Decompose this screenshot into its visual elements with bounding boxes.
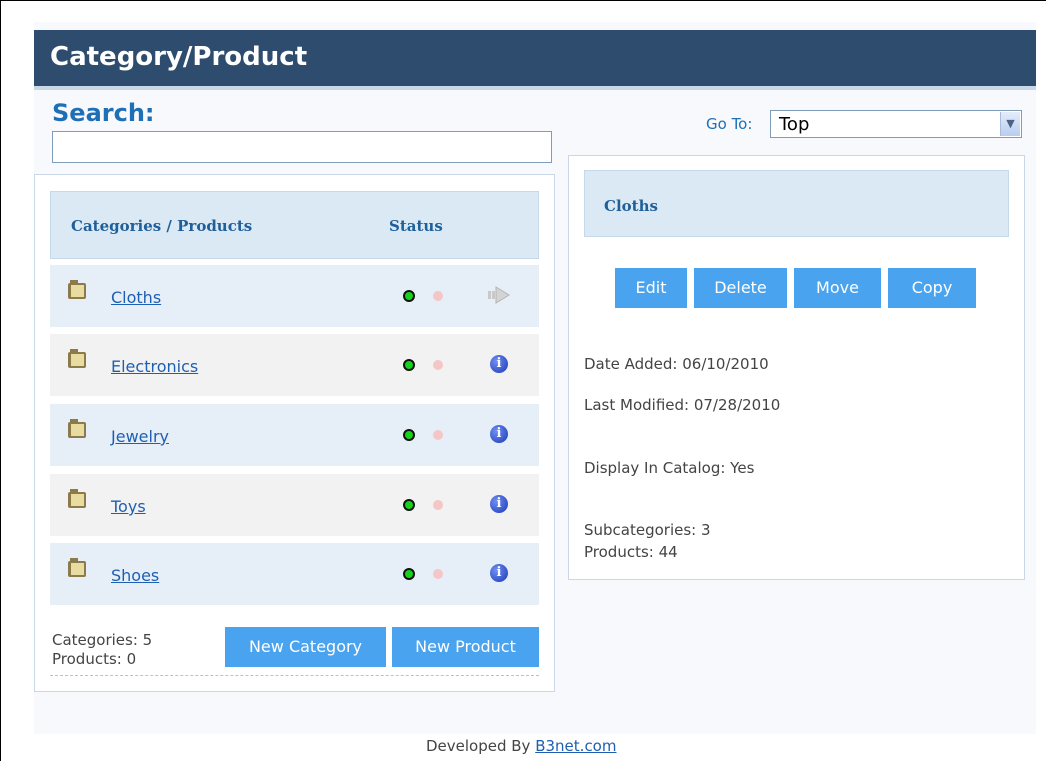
category-link[interactable]: Toys [111,497,146,516]
subcategories-count: Subcategories: 3 [584,521,711,539]
status-active-icon[interactable] [403,429,415,441]
products-count: Products: 0 [52,650,137,668]
footer-text: Developed By [426,737,536,755]
divider [50,675,539,676]
category-link[interactable]: Jewelry [111,427,169,446]
folder-icon [68,489,86,508]
edit-button[interactable]: Edit [615,268,687,308]
goto-label: Go To: [706,115,753,133]
new-category-button[interactable]: New Category [225,627,386,667]
info-icon[interactable]: i [490,355,508,373]
detail-header: Cloths [584,170,1009,237]
footer: Developed By B3net.com [426,737,616,755]
folder-icon [68,349,86,368]
developer-link[interactable]: B3net.com [535,737,616,755]
goto-select[interactable]: Top ▼ [770,110,1022,138]
status-active-icon[interactable] [403,568,415,580]
date-added: Date Added: 06/10/2010 [584,355,769,373]
last-modified: Last Modified: 07/28/2010 [584,396,781,414]
new-product-button[interactable]: New Product [392,627,539,667]
status-active-icon[interactable] [403,290,415,302]
display-in-catalog: Display In Catalog: Yes [584,459,755,477]
info-icon[interactable]: i [490,425,508,443]
list-counts: Categories: 5 Products: 0 [52,631,152,669]
list-item[interactable]: Cloths [50,265,539,327]
status-inactive-icon[interactable] [433,360,443,370]
list-item[interactable]: Jewelry i [50,404,539,466]
info-icon[interactable]: i [490,564,508,582]
detail-title: Cloths [604,197,658,215]
page-title: Category/Product [50,42,308,72]
arrow-right-icon[interactable] [487,285,511,305]
folder-icon [68,558,86,577]
detail-products-count: Products: 44 [584,543,678,561]
copy-button[interactable]: Copy [888,268,976,308]
goto-selected-value: Top [779,114,810,135]
folder-icon [68,280,86,299]
list-header: Categories / Products Status [50,191,539,259]
title-bar: Category/Product [34,30,1036,90]
status-inactive-icon[interactable] [433,291,443,301]
category-link[interactable]: Cloths [111,288,161,307]
move-button[interactable]: Move [794,268,881,308]
list-item[interactable]: Shoes i [50,543,539,605]
list-item[interactable]: Toys i [50,474,539,536]
status-active-icon[interactable] [403,499,415,511]
folder-icon [68,419,86,438]
search-input[interactable] [52,131,552,163]
search-label: Search: [52,99,155,127]
status-inactive-icon[interactable] [433,500,443,510]
status-inactive-icon[interactable] [433,569,443,579]
delete-button[interactable]: Delete [694,268,787,308]
column-header-status: Status [389,217,443,235]
categories-count: Categories: 5 [52,631,153,649]
category-link[interactable]: Shoes [111,566,159,585]
column-header-name: Categories / Products [71,217,253,235]
info-icon[interactable]: i [490,495,508,513]
status-active-icon[interactable] [403,359,415,371]
list-item[interactable]: Electronics i [50,334,539,396]
status-inactive-icon[interactable] [433,430,443,440]
chevron-down-icon[interactable]: ▼ [1000,112,1020,136]
category-link[interactable]: Electronics [111,357,198,376]
